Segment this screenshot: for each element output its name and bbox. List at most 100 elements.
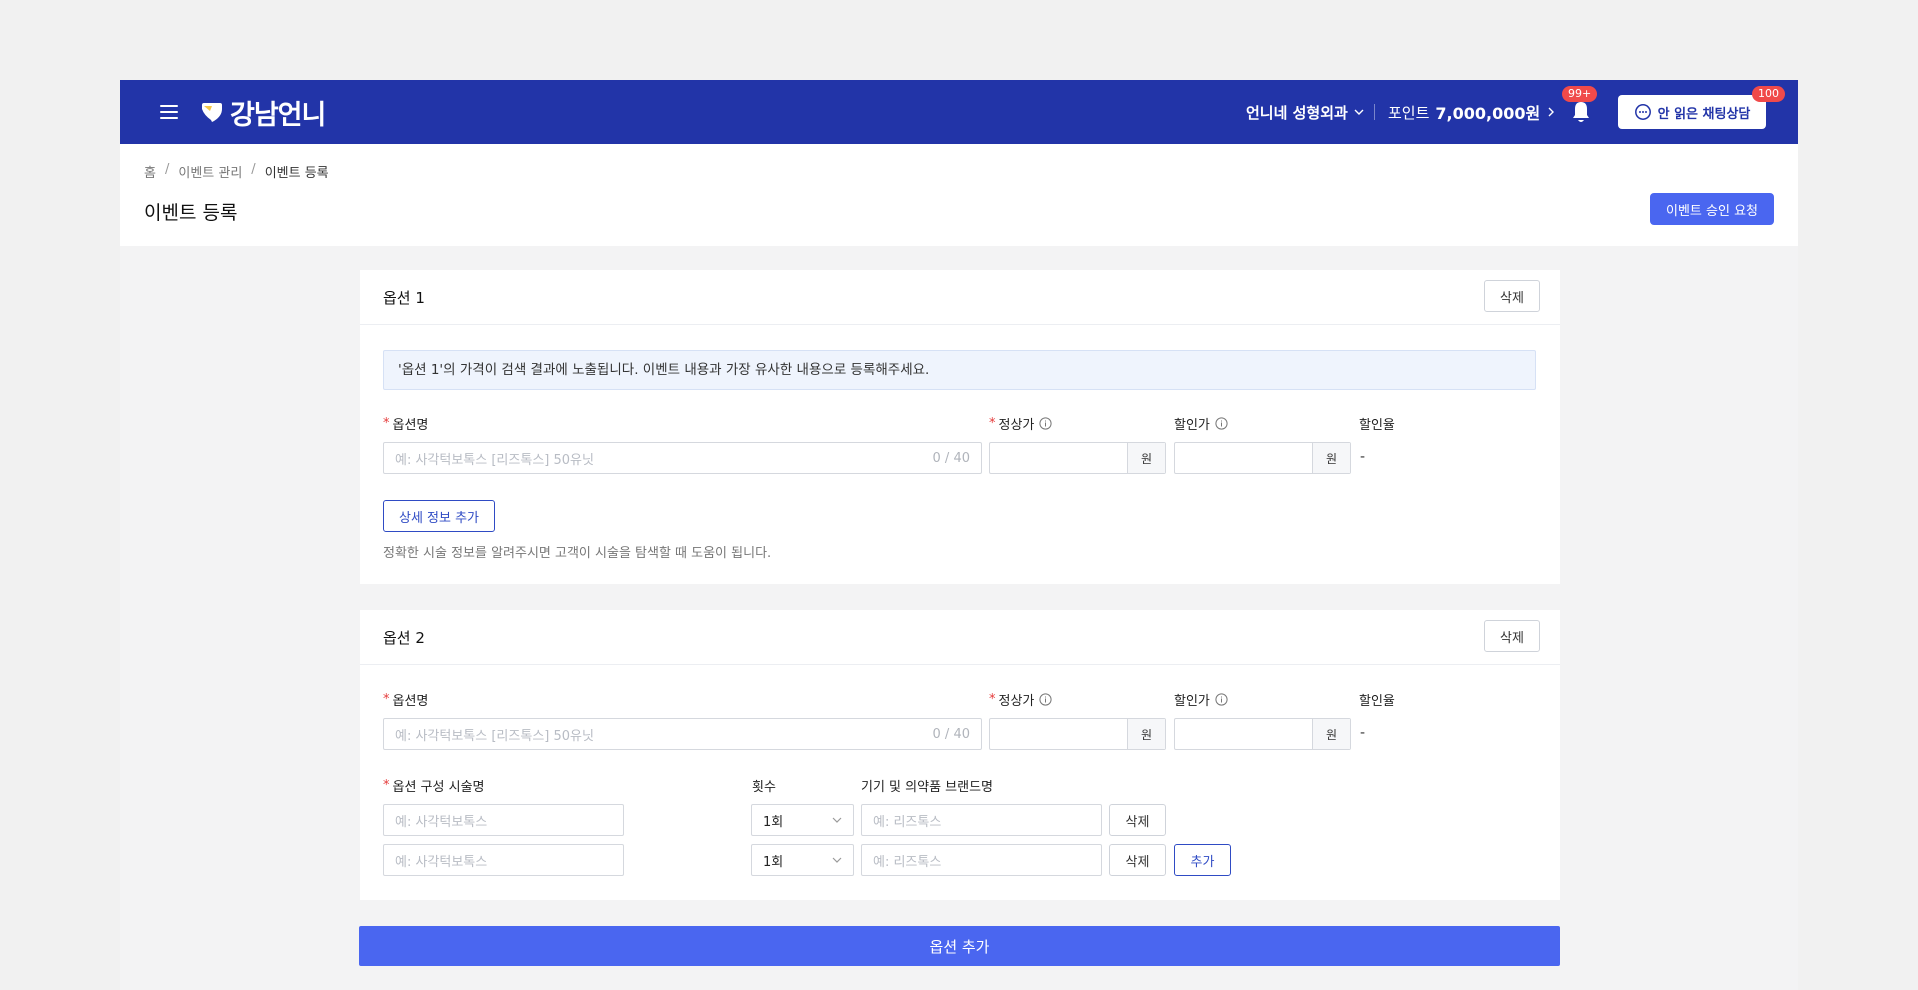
add-option-button[interactable]: 옵션 추가 [359, 926, 1560, 966]
option-title: 옵션 1 [383, 289, 425, 307]
breadcrumb: 홈 / 이벤트 관리 / 이벤트 등록 [144, 162, 329, 181]
add-detail-button[interactable]: 상세 정보 추가 [383, 500, 495, 532]
procedure-name-label: * 옵션 구성 시술명 [383, 776, 485, 795]
regular-price-input[interactable]: 원 [989, 718, 1166, 750]
app-logo[interactable]: 강남언니 [200, 94, 326, 131]
logo-mark-icon [202, 103, 222, 122]
delete-option-button[interactable]: 삭제 [1484, 280, 1540, 312]
count-value: 1회 [763, 814, 784, 830]
delete-row-button[interactable]: 삭제 [1109, 844, 1166, 876]
hospital-name: 언니네 성형외과 [1246, 103, 1348, 122]
chevron-down-icon [832, 817, 842, 823]
bell-icon[interactable] [1570, 100, 1592, 124]
breadcrumb-separator: / [251, 162, 256, 177]
menu-icon[interactable] [160, 104, 178, 120]
chat-badge: 100 [1752, 86, 1785, 102]
points-label: 포인트 [1388, 103, 1430, 122]
breadcrumb-home[interactable]: 홈 [144, 162, 156, 181]
currency-unit: 원 [1127, 443, 1165, 473]
info-icon[interactable] [1215, 693, 1228, 706]
chat-bubble-icon [1634, 104, 1651, 120]
currency-unit: 원 [1312, 719, 1350, 749]
info-icon[interactable] [1215, 417, 1228, 430]
info-icon[interactable] [1039, 417, 1052, 430]
option-name-label-text: 옵션명 [392, 418, 429, 433]
price-notice: '옵션 1'의 가격이 검색 결과에 노출됩니다. 이벤트 내용과 가장 유사한… [383, 350, 1536, 390]
option-name-placeholder: 예: 사각턱보톡스 [리즈톡스] 50유닛 [395, 452, 594, 468]
procedure-placeholder: 예: 사각턱보톡스 [395, 854, 488, 870]
option-card-1: 옵션 1 삭제 '옵션 1'의 가격이 검색 결과에 노출됩니다. 이벤트 내용… [360, 270, 1560, 584]
required-mark: * [989, 692, 996, 707]
discount-rate-label: 할인율 [1359, 414, 1395, 433]
points-value: 7,000,000원 [1435, 104, 1541, 123]
notification-badge: 99+ [1562, 86, 1598, 102]
count-select[interactable]: 1회 [751, 804, 854, 836]
info-icon[interactable] [1039, 693, 1052, 706]
brand-input[interactable]: 예: 리즈톡스 [861, 844, 1102, 876]
page-header: 홈 / 이벤트 관리 / 이벤트 등록 이벤트 등록 이벤트 승인 요청 [120, 144, 1798, 246]
regular-price-label-text: 정상가 [998, 418, 1035, 433]
count-select[interactable]: 1회 [751, 844, 854, 876]
header-divider [1374, 104, 1375, 120]
procedure-placeholder: 예: 사각턱보톡스 [395, 814, 488, 830]
count-label-text: 횟수 [752, 780, 776, 795]
discount-rate-label: 할인율 [1359, 690, 1395, 709]
required-mark: * [383, 778, 390, 793]
brand-input[interactable]: 예: 리즈톡스 [861, 804, 1102, 836]
char-counter: 0 / 40 [932, 727, 970, 742]
breadcrumb-event-management[interactable]: 이벤트 관리 [178, 162, 242, 181]
unread-chat-button[interactable]: 안 읽은 채팅상담 [1618, 95, 1766, 129]
procedure-name-label-text: 옵션 구성 시술명 [392, 780, 485, 795]
logo-text: 강남언니 [230, 99, 326, 131]
delete-option-button[interactable]: 삭제 [1484, 620, 1540, 652]
discount-rate-label-text: 할인율 [1359, 694, 1395, 709]
breadcrumb-separator: / [164, 162, 170, 177]
option-name-label-text: 옵션명 [392, 694, 429, 709]
discount-rate-value: - [1360, 449, 1366, 465]
unread-chat-label: 안 읽은 채팅상담 [1657, 106, 1751, 122]
option-name-placeholder: 예: 사각턱보톡스 [리즈톡스] 50유닛 [395, 728, 594, 744]
request-approval-button[interactable]: 이벤트 승인 요청 [1650, 193, 1774, 225]
chevron-right-icon [1548, 107, 1555, 117]
discount-price-label: 할인가 [1174, 414, 1228, 433]
option-title: 옵션 2 [383, 629, 425, 647]
app-frame: 강남언니 언니네 성형외과 포인트 7,000,000원 99+ 안 읽은 채팅… [120, 80, 1798, 990]
brand-label-text: 기기 및 의약품 브랜드명 [861, 780, 993, 795]
option-name-label: * 옵션명 [383, 414, 428, 433]
count-label: 횟수 [752, 776, 776, 795]
option-name-input[interactable]: 예: 사각턱보톡스 [리즈톡스] 50유닛 0 / 40 [383, 718, 982, 750]
option-name-input[interactable]: 예: 사각턱보톡스 [리즈톡스] 50유닛 0 / 40 [383, 442, 982, 474]
brand-placeholder: 예: 리즈톡스 [873, 814, 942, 830]
currency-unit: 원 [1312, 443, 1350, 473]
points-link[interactable]: 포인트 7,000,000원 [1388, 80, 1555, 144]
discount-rate-label-text: 할인율 [1359, 418, 1395, 433]
option-card-header: 옵션 2 삭제 [360, 610, 1560, 665]
discount-price-input[interactable]: 원 [1174, 718, 1351, 750]
regular-price-label-text: 정상가 [998, 694, 1035, 709]
delete-row-button[interactable]: 삭제 [1109, 804, 1166, 836]
currency-unit: 원 [1127, 719, 1165, 749]
discount-price-label: 할인가 [1174, 690, 1228, 709]
char-counter: 0 / 40 [932, 451, 970, 466]
top-navigation-bar: 강남언니 언니네 성형외과 포인트 7,000,000원 99+ 안 읽은 채팅… [120, 80, 1798, 144]
brand-label: 기기 및 의약품 브랜드명 [861, 776, 993, 795]
discount-price-label-text: 할인가 [1174, 694, 1210, 709]
discount-rate-value: - [1360, 725, 1366, 741]
regular-price-label: * 정상가 [989, 690, 1052, 709]
option-card-2: 옵션 2 삭제 * 옵션명 * 정상가 할인가 할인율 예: 사각턱보톡스 [리… [360, 610, 1560, 900]
regular-price-label: * 정상가 [989, 414, 1052, 433]
procedure-name-input[interactable]: 예: 사각턱보톡스 [383, 804, 624, 836]
brand-placeholder: 예: 리즈톡스 [873, 854, 942, 870]
required-mark: * [383, 416, 390, 431]
discount-price-input[interactable]: 원 [1174, 442, 1351, 474]
count-value: 1회 [763, 854, 784, 870]
helper-text: 정확한 시술 정보를 알려주시면 고객이 시술을 탐색할 때 도움이 됩니다. [383, 546, 772, 561]
breadcrumb-current: 이벤트 등록 [264, 166, 329, 181]
procedure-name-input[interactable]: 예: 사각턱보톡스 [383, 844, 624, 876]
chevron-down-icon [1354, 109, 1364, 115]
option-card-header: 옵션 1 삭제 [360, 270, 1560, 325]
hospital-selector[interactable]: 언니네 성형외과 [1246, 80, 1364, 144]
page-title: 이벤트 등록 [144, 202, 238, 224]
regular-price-input[interactable]: 원 [989, 442, 1166, 474]
add-row-button[interactable]: 추가 [1174, 844, 1231, 876]
